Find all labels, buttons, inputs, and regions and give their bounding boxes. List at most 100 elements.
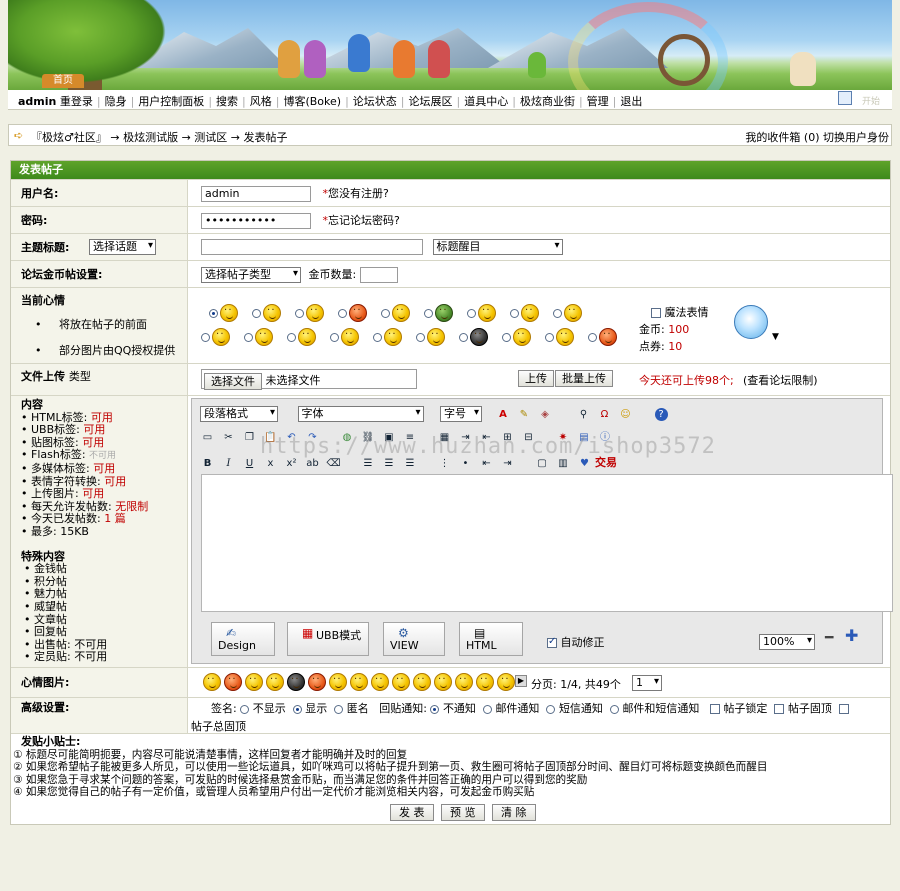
- coin-type-select[interactable]: 选择帖子类型: [201, 267, 301, 283]
- mood-radio[interactable]: [244, 332, 253, 342]
- mood-image-icon[interactable]: [245, 673, 263, 691]
- batch-upload-button[interactable]: 批量上传: [555, 370, 613, 387]
- mood-radio[interactable]: [467, 308, 476, 318]
- text-color-icon[interactable]: A: [496, 407, 511, 422]
- anonymous-radio[interactable]: [334, 704, 344, 714]
- mood-radio[interactable]: [287, 332, 296, 342]
- mood-image-icon[interactable]: [476, 673, 494, 691]
- upload-limit-link[interactable]: (查看论坛限制): [743, 372, 818, 388]
- help-icon[interactable]: ?: [654, 407, 668, 421]
- zoom-in-icon[interactable]: ✚: [845, 626, 858, 645]
- magic-emoticon-option[interactable]: 魔法表情: [651, 304, 709, 320]
- mood-radio[interactable]: [588, 332, 597, 342]
- mood-image-icon[interactable]: [350, 673, 368, 691]
- preview-button[interactable]: 预 览: [441, 804, 485, 821]
- mood-radio[interactable]: [381, 308, 390, 318]
- special-char-icon[interactable]: Ω: [597, 407, 612, 422]
- nav-item[interactable]: 搜索: [216, 95, 238, 108]
- nav-item[interactable]: 退出: [620, 95, 642, 108]
- global-pin-checkbox[interactable]: [838, 704, 849, 714]
- breadcrumb-path[interactable]: 『极炫♂社区』 → 极炫测试版 → 测试区 → 发表帖子: [31, 129, 288, 145]
- mood-image-icon[interactable]: [224, 673, 242, 691]
- username-input[interactable]: admin: [201, 186, 311, 202]
- nav-item[interactable]: 博客(Boke): [283, 95, 341, 108]
- size-select[interactable]: 字号: [440, 406, 482, 422]
- nav-item[interactable]: 隐身: [105, 95, 127, 108]
- font-select[interactable]: 字体: [297, 406, 424, 422]
- window-icon[interactable]: ▭: [200, 430, 215, 445]
- italic-icon[interactable]: I: [221, 456, 236, 471]
- mood-radio[interactable]: [510, 308, 519, 318]
- ubb-mode-button[interactable]: ▦ UBB模式: [287, 622, 369, 656]
- design-mode-button[interactable]: ✍ Design: [211, 622, 275, 656]
- binoculars-icon[interactable]: ⚲: [576, 407, 591, 422]
- nav-username[interactable]: admin: [18, 95, 56, 108]
- upload-button[interactable]: 上传: [518, 370, 554, 387]
- mood-radio[interactable]: [295, 308, 304, 318]
- mood-image-icon[interactable]: [203, 673, 221, 691]
- mood-radio[interactable]: [209, 308, 218, 318]
- view-mode-button[interactable]: ⚙ VIEW: [383, 622, 445, 656]
- mood-radio[interactable]: [330, 332, 339, 342]
- auto-fix-checkbox[interactable]: [547, 636, 557, 648]
- home-tab[interactable]: 首页: [42, 74, 84, 88]
- nav-item[interactable]: 管理: [587, 95, 609, 108]
- coin-amount-input[interactable]: [359, 267, 398, 283]
- mood-image-icon[interactable]: [392, 673, 410, 691]
- mood-image-icon[interactable]: [371, 673, 389, 691]
- file-input[interactable]: 选择文件 未选择文件: [201, 369, 417, 390]
- mood-image-icon[interactable]: [287, 673, 305, 691]
- nav-item[interactable]: 道具中心: [464, 95, 508, 108]
- highlight-icon[interactable]: ✎: [517, 407, 532, 422]
- notify-sms-radio[interactable]: [546, 704, 556, 714]
- bold-icon[interactable]: B: [200, 456, 215, 471]
- cut-icon[interactable]: ✂: [221, 430, 236, 445]
- mood-radio[interactable]: [502, 332, 511, 342]
- notify-email-radio[interactable]: [482, 704, 492, 714]
- mood-image-icon[interactable]: [434, 673, 452, 691]
- title-color-select[interactable]: 标题醒目: [432, 239, 563, 255]
- register-link[interactable]: 您没有注册?: [328, 187, 389, 200]
- mood-radio[interactable]: [553, 308, 562, 318]
- mood-image-icon[interactable]: [413, 673, 431, 691]
- mood-image-icon[interactable]: [329, 673, 347, 691]
- choose-file-button[interactable]: 选择文件: [204, 372, 262, 390]
- sign-show-radio[interactable]: [292, 704, 302, 714]
- notify-none-radio[interactable]: [430, 704, 440, 714]
- auto-fix-option[interactable]: 自动修正: [547, 634, 605, 650]
- submit-button[interactable]: 发 表: [390, 804, 434, 821]
- nav-item[interactable]: 论坛展区: [409, 95, 453, 108]
- notify-both-radio[interactable]: [609, 704, 619, 714]
- magic-checkbox[interactable]: [651, 308, 661, 318]
- magic-emoticon-icon[interactable]: [734, 305, 768, 339]
- mood-image-icon[interactable]: [266, 673, 284, 691]
- pin-checkbox[interactable]: [774, 704, 785, 714]
- nav-item[interactable]: 极炫商业街: [520, 95, 575, 108]
- sign-hide-radio[interactable]: [240, 704, 250, 714]
- mood-radio[interactable]: [424, 308, 433, 318]
- lock-checkbox[interactable]: [709, 704, 720, 714]
- underline-icon[interactable]: U: [242, 456, 257, 471]
- mood-radio[interactable]: [201, 332, 210, 342]
- mood-radio[interactable]: [338, 308, 347, 318]
- cube-icon[interactable]: ◈: [538, 407, 553, 422]
- nav-item[interactable]: 论坛状态: [353, 95, 397, 108]
- password-input[interactable]: •••••••••••: [201, 213, 311, 229]
- mood-radio[interactable]: [459, 332, 468, 342]
- mood-radio[interactable]: [416, 332, 425, 342]
- page-select[interactable]: 1: [632, 675, 662, 691]
- smiley-icon[interactable]: ☺: [618, 407, 633, 422]
- topic-select[interactable]: 选择话题: [89, 239, 156, 255]
- book-icon[interactable]: [838, 91, 852, 105]
- next-page-icon[interactable]: ▶: [515, 675, 527, 687]
- mood-radio[interactable]: [545, 332, 554, 342]
- nav-item[interactable]: 风格: [250, 95, 272, 108]
- zoom-out-icon[interactable]: ━: [825, 630, 833, 646]
- copy-icon[interactable]: ❐: [242, 430, 257, 445]
- mood-radio[interactable]: [252, 308, 261, 318]
- html-mode-button[interactable]: ▤ HTML: [459, 622, 523, 656]
- clear-button[interactable]: 清 除: [492, 804, 536, 821]
- nav-item[interactable]: 重登录: [60, 95, 93, 108]
- content-textarea[interactable]: [201, 474, 893, 612]
- format-select[interactable]: 段落格式: [200, 406, 278, 422]
